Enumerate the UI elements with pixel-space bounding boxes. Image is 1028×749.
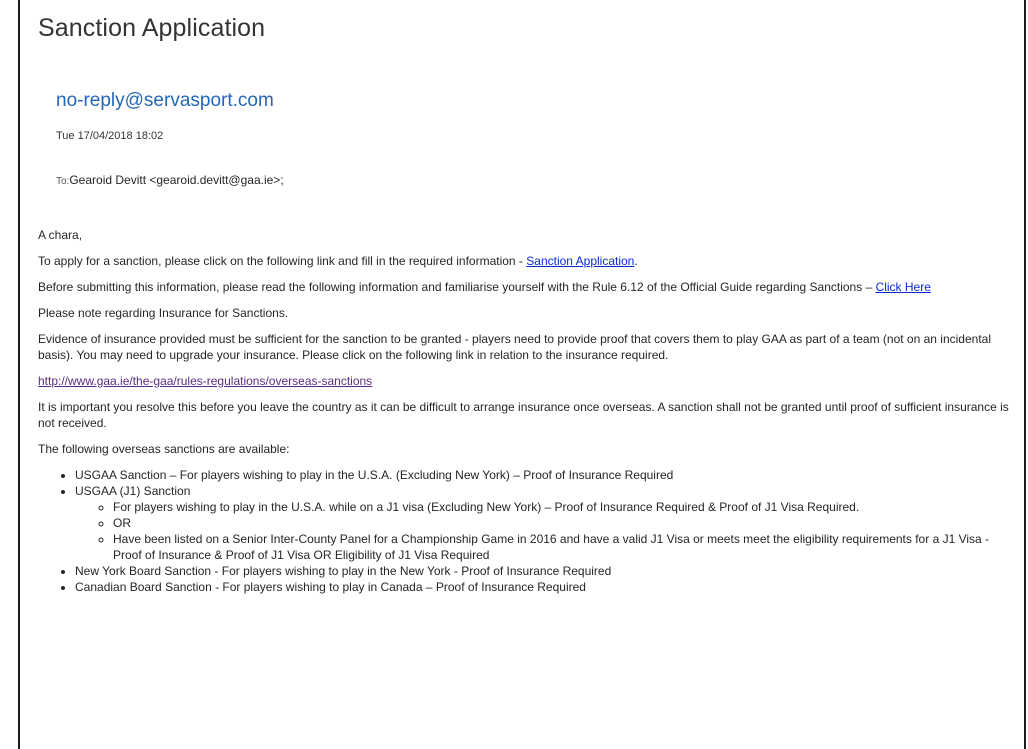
recipient-line: To:Gearoid Devitt <gearoid.devitt@gaa.ie… (56, 173, 284, 187)
to-label: To: (56, 176, 70, 187)
list-item-usgaa-j1-label: USGAA (J1) Sanction (75, 484, 191, 498)
paragraph-url: http://www.gaa.ie/the-gaa/rules-regulati… (38, 373, 1013, 389)
paragraph-rules: Before submitting this information, plea… (38, 279, 1013, 295)
email-body: A chara, To apply for a sanction, please… (38, 227, 1013, 595)
sublist-item-j1-visa: For players wishing to play in the U.S.A… (113, 499, 1013, 515)
j1-sublist: For players wishing to play in the U.S.A… (75, 499, 1013, 563)
sent-date: Tue 17/04/2018 18:02 (56, 130, 164, 142)
paragraph-rules-text: Before submitting this information, plea… (38, 280, 876, 294)
paragraph-insurance-note: Please note regarding Insurance for Sanc… (38, 306, 289, 320)
list-item-new-york: New York Board Sanction - For players wi… (75, 563, 1013, 579)
list-item-usgaa-j1: USGAA (J1) Sanction For players wishing … (75, 483, 1013, 563)
paragraph-resolve: It is important you resolve this before … (38, 400, 1009, 430)
list-item-usgaa: USGAA Sanction – For players wishing to … (75, 467, 1013, 483)
paragraph-available: The following overseas sanctions are ava… (38, 442, 290, 456)
recipient-value[interactable]: Gearoid Devitt <gearoid.devitt@gaa.ie>; (69, 173, 283, 187)
overseas-sanctions-link[interactable]: http://www.gaa.ie/the-gaa/rules-regulati… (38, 374, 372, 388)
sublist-item-or: OR (113, 515, 1013, 531)
paragraph-apply-end: . (634, 254, 638, 268)
paragraph-insurance-evidence: Evidence of insurance provided must be s… (38, 332, 991, 362)
email-subject: Sanction Application (38, 14, 266, 42)
sanction-application-link[interactable]: Sanction Application (526, 254, 634, 268)
sender-address[interactable]: no-reply@servasport.com (56, 90, 274, 112)
greeting: A chara, (38, 228, 83, 242)
sublist-item-inter-county: Have been listed on a Senior Inter-Count… (113, 531, 1013, 563)
paragraph-apply: To apply for a sanction, please click on… (38, 253, 1013, 269)
sanctions-list: USGAA Sanction – For players wishing to … (38, 467, 1013, 595)
paragraph-apply-text: To apply for a sanction, please click on… (38, 254, 527, 268)
click-here-link[interactable]: Click Here (876, 280, 931, 294)
list-item-canada: Canadian Board Sanction - For players wi… (75, 579, 1013, 595)
email-reading-pane: Sanction Application no-reply@servasport… (18, 0, 1026, 749)
